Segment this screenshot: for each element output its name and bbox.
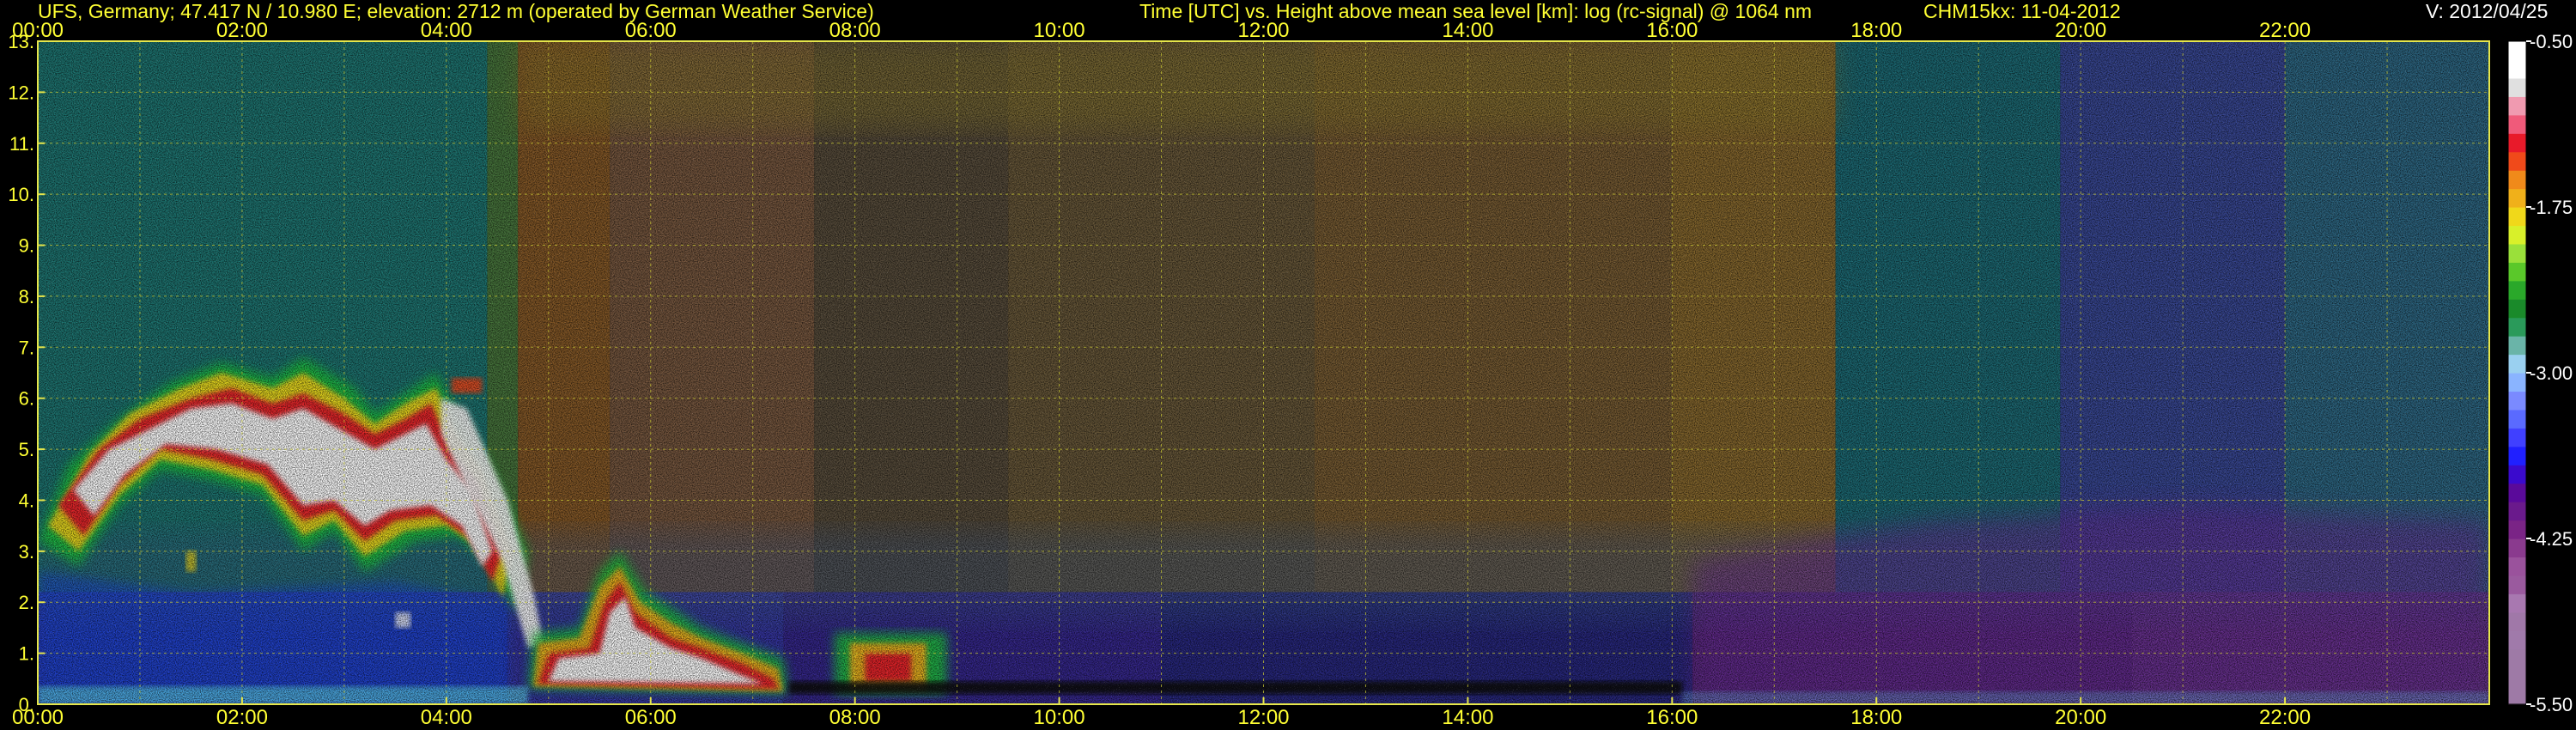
x-tick-label-top: 04:00 [421, 19, 472, 42]
x-tick-label-top: 10:00 [1034, 19, 1085, 42]
colorbar-segment [2508, 96, 2526, 116]
header: UFS, Germany; 47.417 N / 10.980 E; eleva… [38, 0, 2548, 22]
colorbar-segment [2508, 520, 2526, 539]
colorbar-segment [2508, 225, 2526, 245]
colorbar-segment [2508, 446, 2526, 465]
x-axis-top: 00:00 02:00 04:00 06:00 08:00 10:00 12:00 14:00… [12, 19, 2311, 42]
colorbar-segment [2508, 336, 2526, 356]
x-tick-label-top: 02:00 [216, 19, 268, 42]
y-tick-label: 9. [19, 235, 34, 257]
x-tick-label-top: 20:00 [2055, 19, 2106, 42]
colorbar-segment [2508, 299, 2526, 319]
x-tick-label-top: 16:00 [1646, 19, 1698, 42]
y-tick-label: 10. [8, 184, 34, 205]
colorbar-segment [2508, 538, 2526, 558]
y-tick-label: 7. [19, 337, 34, 358]
y-tick-label: 1. [19, 643, 34, 665]
colorbar-segment [2508, 502, 2526, 521]
y-tick-label: 12. [8, 82, 34, 103]
y-tick-label: 11. [9, 133, 34, 155]
colorbar-segment [2508, 557, 2526, 576]
colorbar-segment [2508, 630, 2526, 650]
x-tick-label-bottom: 18:00 [1850, 706, 1902, 729]
x-tick-label-bottom: 12:00 [1237, 706, 1289, 729]
colorbar-segment [2508, 391, 2526, 411]
colorbar-segment [2508, 409, 2526, 429]
colorbar-segment [2508, 428, 2526, 447]
x-tick-label-bottom: 14:00 [1442, 706, 1493, 729]
colorbar-segment [2508, 575, 2526, 594]
colorbar-tick-label: -0.50 [2530, 31, 2573, 52]
colorbar-segment [2508, 262, 2526, 282]
colorbar-segment [2508, 41, 2526, 61]
y-tick-label: 5. [19, 439, 34, 460]
colorbar-segment [2508, 151, 2526, 171]
colorbar-tick-label: -3.00 [2530, 362, 2573, 384]
colorbar-segment [2508, 685, 2526, 705]
x-tick-label-bottom: 06:00 [625, 706, 677, 729]
x-tick-label-bottom: 16:00 [1646, 706, 1698, 729]
version-label: V: 2012/04/25 [2426, 0, 2548, 22]
colorbar-segment [2508, 133, 2526, 153]
y-tick-label: 13. [8, 31, 34, 52]
colorbar-segment [2508, 59, 2526, 79]
x-tick-label-bottom: 20:00 [2055, 706, 2106, 729]
colorbar-segment [2508, 114, 2526, 134]
y-tick-label: 2. [19, 592, 34, 613]
x-tick-label-top: 14:00 [1442, 19, 1493, 42]
colorbar-segment [2508, 280, 2526, 300]
y-tick-label: 4. [19, 490, 34, 511]
x-tick-label-bottom: 08:00 [829, 706, 881, 729]
x-tick-label-top: 12:00 [1237, 19, 1289, 42]
colorbar-tick-label: -5.50 [2530, 694, 2573, 715]
colorbar-segment [2508, 593, 2526, 613]
colorbar-segment [2508, 188, 2526, 208]
y-tick-label: 0. [19, 694, 34, 715]
colorbar-tick-label: -1.75 [2530, 197, 2573, 218]
lidar-figure: UFS, Germany; 47.417 N / 10.980 E; eleva… [8, 0, 2573, 729]
colorbar-segment [2508, 170, 2526, 190]
x-tick-label-top: 06:00 [625, 19, 677, 42]
x-tick-label-bottom: 10:00 [1034, 706, 1085, 729]
colorbar-segment [2508, 648, 2526, 668]
colorbar-tick-label: -4.25 [2530, 528, 2573, 550]
plot-area [38, 41, 2489, 704]
colorbar-segment [2508, 373, 2526, 392]
colorbar-segment [2508, 354, 2526, 374]
x-tick-label-top: 22:00 [2259, 19, 2311, 42]
x-tick-label-top: 08:00 [829, 19, 881, 42]
colorbar: -0.50 -1.75 -3.00 -4.25 -5.50 [2507, 31, 2573, 715]
y-tick-label: 3. [19, 541, 34, 563]
colorbar-segment [2508, 611, 2526, 631]
y-tick-label: 8. [19, 286, 34, 307]
x-tick-label-bottom: 22:00 [2259, 706, 2311, 729]
colorbar-segment [2508, 77, 2526, 97]
y-tick-label: 6. [19, 388, 34, 410]
colorbar-segment [2508, 465, 2526, 484]
colorbar-segment [2508, 243, 2526, 263]
x-tick-label-top: 18:00 [1850, 19, 1902, 42]
colorbar-segment [2508, 483, 2526, 502]
colorbar-segment [2508, 207, 2526, 227]
x-tick-label-bottom: 02:00 [216, 706, 268, 729]
x-tick-label-bottom: 04:00 [421, 706, 472, 729]
colorbar-segment [2508, 317, 2526, 337]
colorbar-segment [2508, 667, 2526, 687]
